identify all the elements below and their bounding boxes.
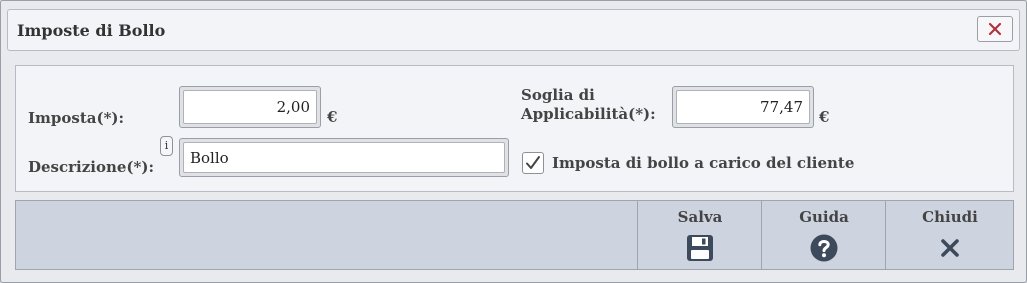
form-panel: Imposta(*): € Soglia diApplicabilità(*):… bbox=[15, 65, 1014, 192]
imposta-field-wrapper bbox=[179, 86, 321, 128]
save-button-label: Salva bbox=[677, 208, 723, 226]
imposta-currency: € bbox=[327, 108, 338, 126]
bollo-cliente-checkbox[interactable] bbox=[522, 152, 544, 174]
checkmark-icon bbox=[526, 156, 540, 169]
dialog-close-button[interactable] bbox=[977, 16, 1013, 42]
help-button[interactable]: Guida bbox=[761, 201, 886, 269]
help-icon bbox=[810, 234, 838, 262]
close-button-label: Chiudi bbox=[922, 208, 978, 226]
bollo-cliente-label[interactable]: Imposta di bollo a carico del cliente bbox=[552, 154, 854, 173]
descrizione-input[interactable] bbox=[183, 142, 505, 173]
save-button[interactable]: Salva bbox=[637, 201, 762, 269]
save-icon bbox=[687, 235, 713, 261]
info-icon[interactable]: i bbox=[160, 136, 173, 156]
soglia-currency: € bbox=[819, 108, 830, 126]
close-button[interactable]: Chiudi bbox=[885, 201, 1014, 269]
close-icon bbox=[988, 22, 1002, 36]
help-button-label: Guida bbox=[799, 208, 849, 226]
descrizione-field-wrapper bbox=[179, 138, 509, 177]
dialog-titlebar: Imposte di Bollo bbox=[7, 9, 1020, 51]
imposta-input[interactable] bbox=[183, 90, 317, 124]
dialog-title: Imposte di Bollo bbox=[17, 21, 166, 40]
soglia-input[interactable] bbox=[676, 90, 810, 124]
descrizione-label: Descrizione(*): bbox=[28, 158, 154, 176]
soglia-field-wrapper bbox=[672, 86, 814, 128]
dialog-window: Imposte di Bollo Imposta(*): € Soglia di… bbox=[0, 0, 1027, 283]
action-toolbar: Salva Guida Chiudi bbox=[15, 200, 1014, 270]
imposta-label: Imposta(*): bbox=[28, 109, 125, 127]
soglia-label: Soglia di Applicabilità(*): bbox=[521, 86, 656, 123]
close-icon bbox=[941, 239, 959, 257]
